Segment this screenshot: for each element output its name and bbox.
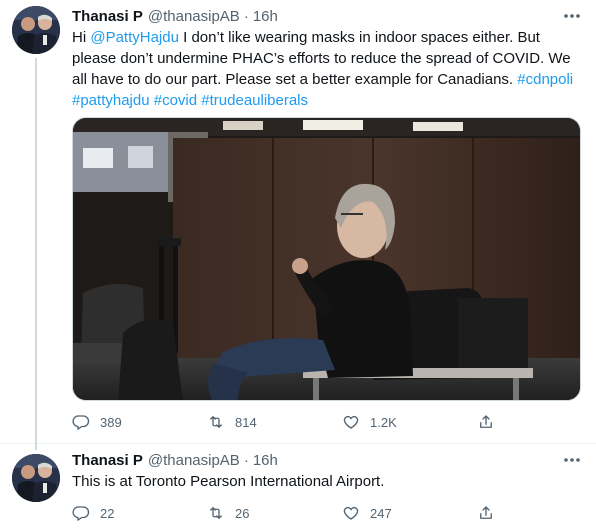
retweet-icon — [210, 507, 222, 519]
hashtag-link[interactable]: #covid — [154, 92, 197, 109]
thread-line — [35, 58, 37, 450]
reply-count: 389 — [100, 414, 122, 430]
heart-icon — [343, 506, 359, 520]
separator: · — [243, 452, 249, 469]
like-count: 1.2K — [370, 414, 397, 430]
tweet-text: This is at Toronto Pearson International… — [72, 473, 385, 490]
tweet-actions: 389 814 1.2K — [72, 412, 502, 432]
like-count: 247 — [370, 505, 392, 521]
retweet-count: 26 — [235, 505, 250, 521]
hashtag-link[interactable]: #pattyhajdu — [72, 92, 150, 109]
retweet-button[interactable]: 814 — [207, 412, 257, 432]
more-icon[interactable] — [562, 452, 582, 468]
reply-icon — [72, 415, 90, 430]
share-icon — [480, 415, 492, 428]
share-icon — [480, 506, 492, 519]
mention-link[interactable]: @PattyHajdu — [90, 29, 179, 46]
display-name[interactable]: Thanasi P — [72, 452, 143, 469]
tweet-text-segment: Hi — [72, 29, 91, 46]
avatar[interactable] — [12, 454, 60, 502]
display-name[interactable]: Thanasi P — [72, 8, 143, 25]
share-button[interactable] — [477, 503, 495, 523]
retweet-button[interactable]: 26 — [207, 503, 249, 523]
separator: · — [243, 8, 249, 25]
share-button[interactable] — [477, 412, 495, 432]
timestamp[interactable]: 16h — [253, 8, 278, 25]
tweet-header: Thanasi P @thanasipAB · 16h — [72, 452, 278, 472]
retweet-count: 814 — [235, 414, 257, 430]
hashtag-link[interactable]: #trudeauliberals — [201, 92, 308, 109]
retweet-icon — [210, 416, 222, 428]
tweet-header: Thanasi P @thanasipAB · 16h — [72, 8, 278, 28]
reply-button[interactable]: 389 — [72, 412, 122, 432]
tweet[interactable]: Thanasi P @thanasipAB · 16h This is at T… — [0, 444, 596, 528]
like-button[interactable]: 1.2K — [342, 412, 397, 432]
like-button[interactable]: 247 — [342, 503, 392, 523]
more-icon[interactable] — [562, 8, 582, 24]
avatar[interactable] — [12, 6, 60, 54]
tweet-text: Hi @PattyHajdu I don’t like wearing mask… — [72, 27, 580, 111]
handle[interactable]: @thanasipAB — [148, 452, 240, 469]
tweet[interactable]: Thanasi P @thanasipAB · 16h Hi @PattyHaj… — [0, 0, 596, 450]
reply-button[interactable]: 22 — [72, 503, 114, 523]
reply-count: 22 — [100, 505, 115, 521]
handle[interactable]: @thanasipAB — [148, 8, 240, 25]
hashtag-link[interactable]: #cdnpoli — [517, 71, 573, 88]
tweet-photo[interactable] — [72, 117, 581, 401]
reply-icon — [72, 506, 90, 521]
timestamp[interactable]: 16h — [253, 452, 278, 469]
heart-icon — [343, 415, 359, 429]
tweet-actions: 22 26 247 — [72, 503, 502, 523]
